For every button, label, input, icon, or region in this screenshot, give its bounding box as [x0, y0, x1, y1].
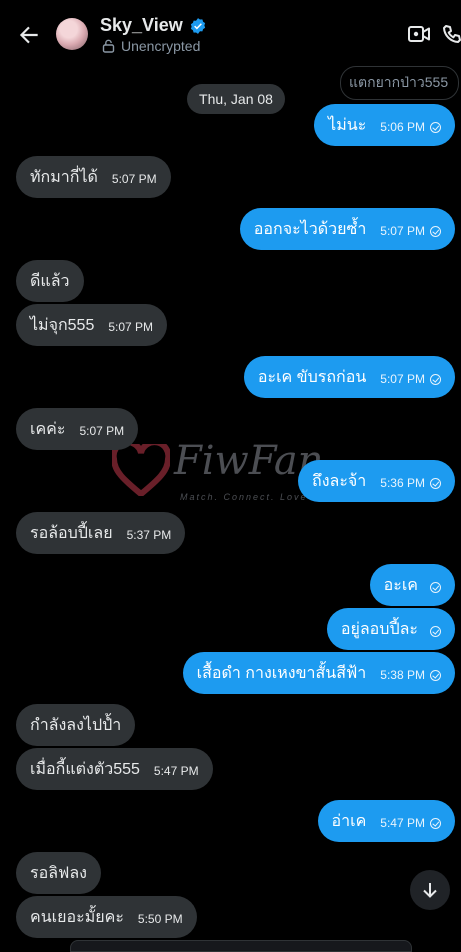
- message-outgoing[interactable]: อะเค: [369, 564, 455, 606]
- message-text: เสื้อดำ กางเหงขาสั้นสีฟ้า: [196, 664, 367, 682]
- message-outgoing[interactable]: ถึงละจ้า 5:36 PM: [298, 460, 455, 502]
- message-time: 5:36 PM: [380, 476, 425, 490]
- message-incoming[interactable]: ไม่จุก555 5:07 PM: [16, 304, 168, 346]
- message-incoming[interactable]: เมื่อกี้แต่งตัว555 5:47 PM: [16, 748, 213, 790]
- unlock-icon: [102, 39, 115, 53]
- message-time: 5:38 PM: [380, 668, 425, 682]
- message-outgoing[interactable]: อ่าเค 5:47 PM: [317, 800, 455, 842]
- video-call-icon[interactable]: [408, 24, 430, 44]
- message-text: ดีแล้ว: [30, 272, 70, 290]
- sent-check-icon: [430, 373, 441, 385]
- date-separator: Thu, Jan 08: [187, 84, 285, 114]
- message-time: 5:47 PM: [380, 816, 425, 830]
- watermark-tagline: Match. Connect. Love: [180, 492, 308, 502]
- message-text: เมื่อกี้แต่งตัว555: [30, 760, 140, 778]
- sent-check-icon: [430, 225, 441, 237]
- message-time: 5:07 PM: [111, 172, 157, 186]
- message-time: 5:50 PM: [137, 912, 183, 926]
- message-text: ไม่นะ: [328, 116, 367, 134]
- message-outgoing[interactable]: เสื้อดำ กางเหงขาสั้นสีฟ้า 5:38 PM: [182, 652, 455, 694]
- message-text: เคค่ะ: [30, 420, 66, 438]
- message-text: อะเค: [383, 576, 418, 594]
- message-text: อะเค ขับรถก่อน: [257, 368, 367, 386]
- back-arrow-icon[interactable]: [16, 22, 42, 48]
- message-outgoing[interactable]: อะเค ขับรถก่อน 5:07 PM: [243, 356, 455, 398]
- message-incoming[interactable]: เคค่ะ 5:07 PM: [16, 408, 139, 450]
- message-incoming[interactable]: คนเยอะมั้ยคะ 5:50 PM: [16, 896, 197, 938]
- arrow-down-icon: [423, 883, 437, 898]
- message-incoming[interactable]: รอล้อบปี้เลย 5:37 PM: [16, 512, 186, 554]
- sent-check-icon: [430, 477, 441, 489]
- sent-check-icon: [430, 817, 441, 829]
- message-text: รอลิฟลง: [30, 864, 87, 882]
- message-text: กำลังลงไปป้ำ: [30, 716, 122, 734]
- message-text: อยู่ลอบปี้ละ: [340, 620, 418, 638]
- message-text: ออกจะไวด้วยซ้ำ: [253, 220, 367, 238]
- message-outgoing[interactable]: อยู่ลอบปี้ละ: [326, 608, 455, 650]
- message-text: ทักมากี่ได้: [30, 168, 98, 186]
- message-time: 5:07 PM: [79, 424, 125, 438]
- message-time: 5:47 PM: [153, 764, 199, 778]
- heart-logo-icon: [112, 444, 170, 496]
- phone-call-icon[interactable]: [442, 24, 461, 44]
- message-incoming[interactable]: รอลิฟลง: [16, 852, 101, 894]
- message-text: ไม่จุก555: [30, 316, 95, 334]
- message-time: 5:37 PM: [126, 528, 172, 542]
- sent-check-icon: [430, 625, 441, 637]
- avatar[interactable]: [56, 18, 88, 50]
- encryption-status-text: Unencrypted: [121, 38, 201, 54]
- message-incoming[interactable]: ดีแล้ว: [16, 260, 84, 302]
- message-incoming[interactable]: ทักมากี่ได้ 5:07 PM: [16, 156, 171, 198]
- message-text: ถึงละจ้า: [312, 472, 367, 490]
- composer-edge: [70, 940, 412, 952]
- quoted-message-text: แตกยากป่าว555: [349, 74, 449, 90]
- message-time: 5:06 PM: [380, 120, 425, 134]
- scroll-to-bottom-button[interactable]: [410, 870, 450, 910]
- sent-check-icon: [430, 581, 441, 593]
- encryption-status: Unencrypted: [102, 38, 200, 54]
- sent-check-icon: [430, 669, 441, 681]
- message-text: รอล้อบปี้เลย: [30, 524, 113, 542]
- message-outgoing[interactable]: ออกจะไวด้วยซ้ำ 5:07 PM: [239, 208, 455, 250]
- message-text: คนเยอะมั้ยคะ: [30, 908, 124, 926]
- contact-name: Sky_View: [100, 15, 183, 35]
- sent-check-icon: [430, 121, 441, 133]
- message-text: อ่าเค: [331, 812, 367, 830]
- contact-name-row[interactable]: Sky_View: [100, 15, 207, 36]
- message-incoming[interactable]: กำลังลงไปป้ำ: [16, 704, 136, 746]
- message-time: 5:07 PM: [108, 320, 154, 334]
- quoted-message[interactable]: แตกยากป่าว555: [340, 66, 460, 100]
- message-outgoing[interactable]: ไม่นะ 5:06 PM: [314, 104, 455, 146]
- chat-header: Sky_View Unencrypted: [0, 0, 461, 68]
- message-time: 5:07 PM: [380, 224, 425, 238]
- message-time: 5:07 PM: [380, 372, 425, 386]
- verified-badge-icon: [190, 17, 205, 34]
